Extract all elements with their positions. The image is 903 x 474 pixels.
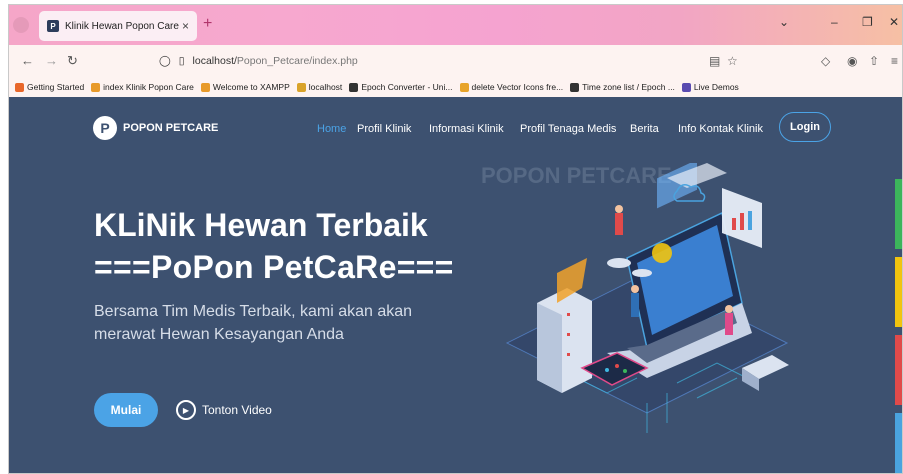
side-strip-blue[interactable] <box>895 413 902 473</box>
hero-headline-2: ===PoPon PetCaRe=== <box>94 249 454 285</box>
watch-video-link[interactable]: ▶ Tonton Video <box>176 400 272 420</box>
bookmark-label: delete Vector Icons fre... <box>471 82 564 92</box>
side-strip-red[interactable] <box>895 335 902 405</box>
nav-profil-klinik[interactable]: Profil Klinik <box>357 123 411 135</box>
url-path: Popon_Petcare/index.php <box>236 55 358 67</box>
nav-berita[interactable]: Berita <box>630 123 659 135</box>
mulai-button[interactable]: Mulai <box>94 393 158 427</box>
forward-arrow-icon[interactable]: → <box>45 53 58 68</box>
firefox-view-icon[interactable] <box>13 17 29 33</box>
shield-icon[interactable]: ◯ <box>159 55 171 67</box>
tab-close-icon[interactable]: × <box>182 19 189 33</box>
bookmark-item[interactable]: Live Demos <box>681 82 739 92</box>
minimize-icon[interactable]: – <box>831 15 838 29</box>
restore-icon[interactable]: ❐ <box>862 15 873 29</box>
hero-headline-1: KLiNik Hewan Terbaik <box>94 207 428 243</box>
nav-profil-tenaga-medis[interactable]: Profil Tenaga Medis <box>520 123 616 135</box>
bookmark-favicon-icon <box>15 82 24 92</box>
bookmark-favicon-icon <box>296 82 306 92</box>
bookmark-item[interactable]: index Klinik Popon Care <box>91 82 194 92</box>
nav-info-kontak-klinik[interactable]: Info Kontak Klinik <box>678 123 763 135</box>
bookmark-label: Live Demos <box>693 82 739 92</box>
bookmark-item[interactable]: Welcome to XAMPP <box>200 82 290 92</box>
page-icon: ▯ <box>178 55 185 67</box>
bookmark-item[interactable]: Getting Started <box>15 82 84 92</box>
bookmark-item[interactable]: delete Vector Icons fre... <box>459 82 564 92</box>
reader-view-icon[interactable]: ▤ <box>709 54 720 68</box>
nav-informasi-klinik[interactable]: Informasi Klinik <box>429 123 504 135</box>
bookmark-label: Time zone list / Epoch ... <box>582 82 675 92</box>
site-favicon-icon: P <box>47 20 59 32</box>
bookmark-label: localhost <box>308 82 343 92</box>
bookmark-label: Epoch Converter - Uni... <box>361 82 453 92</box>
nav-home[interactable]: Home <box>317 123 346 135</box>
hero-subtitle-2: merawat Hewan Kesayangan Anda <box>94 326 344 343</box>
side-strip-yellow[interactable] <box>895 257 902 327</box>
address-bar[interactable]: ◯ ▯ localhost/ Popon_Petcare/index.php <box>159 50 749 72</box>
tab-active[interactable]: P Klinik Hewan Popon Care × <box>39 11 197 41</box>
login-button[interactable]: Login <box>779 112 831 142</box>
browser-window: P Klinik Hewan Popon Care × + ⌄ – ❐ ✕ ← … <box>8 4 903 474</box>
account-icon[interactable]: ◉ <box>847 54 857 68</box>
site-logo[interactable]: P POPON PETCARE <box>93 116 218 140</box>
bookmark-favicon-icon <box>459 82 469 92</box>
nav-bar: ← → ↻ ◯ ▯ localhost/ Popon_Petcare/index… <box>9 45 902 77</box>
logo-name: POPON PETCARE <box>123 122 219 134</box>
bookmark-item[interactable]: Time zone list / Epoch ... <box>570 82 675 92</box>
bookmark-favicon-icon <box>200 82 210 92</box>
reload-icon[interactable]: ↻ <box>67 53 78 69</box>
bookmark-label: Getting Started <box>27 82 85 92</box>
list-tabs-chevron-icon[interactable]: ⌄ <box>779 15 789 29</box>
play-icon: ▶ <box>176 400 196 420</box>
bookmark-label: index Klinik Popon Care <box>103 82 194 92</box>
pocket-icon[interactable]: ◇ <box>821 54 830 68</box>
hero-illustration <box>505 163 789 433</box>
bookmark-favicon-icon <box>91 82 101 92</box>
side-strip-green[interactable] <box>895 179 902 249</box>
bookmarks-bar: Getting Started index Klinik Popon Care We… <box>9 77 902 97</box>
logo-mark-icon: P <box>93 116 117 140</box>
web-page: P POPON PETCARE Home Profil Klinik Infor… <box>9 97 902 473</box>
extensions-icon[interactable]: ⇧ <box>869 54 879 68</box>
menu-icon[interactable]: ≡ <box>891 54 898 68</box>
close-window-icon[interactable]: ✕ <box>889 15 899 29</box>
bookmark-star-icon[interactable]: ☆ <box>727 54 738 68</box>
bookmark-item[interactable]: Epoch Converter - Uni... <box>349 82 453 92</box>
tab-bar: P Klinik Hewan Popon Care × + ⌄ – ❐ ✕ <box>9 5 902 45</box>
bookmark-label: Welcome to XAMPP <box>212 82 290 92</box>
bookmark-favicon-icon <box>570 82 580 92</box>
tab-title: Klinik Hewan Popon Care <box>65 20 179 32</box>
new-tab-button[interactable]: + <box>203 15 212 33</box>
url-host: localhost/ <box>192 55 237 67</box>
back-arrow-icon[interactable]: ← <box>21 53 34 68</box>
bookmark-item[interactable]: localhost <box>296 82 343 92</box>
watch-video-label: Tonton Video <box>202 403 272 417</box>
hero-subtitle-1: Bersama Tim Medis Terbaik, kami akan aka… <box>94 303 413 320</box>
bookmark-favicon-icon <box>681 82 691 92</box>
bookmark-favicon-icon <box>349 82 359 92</box>
